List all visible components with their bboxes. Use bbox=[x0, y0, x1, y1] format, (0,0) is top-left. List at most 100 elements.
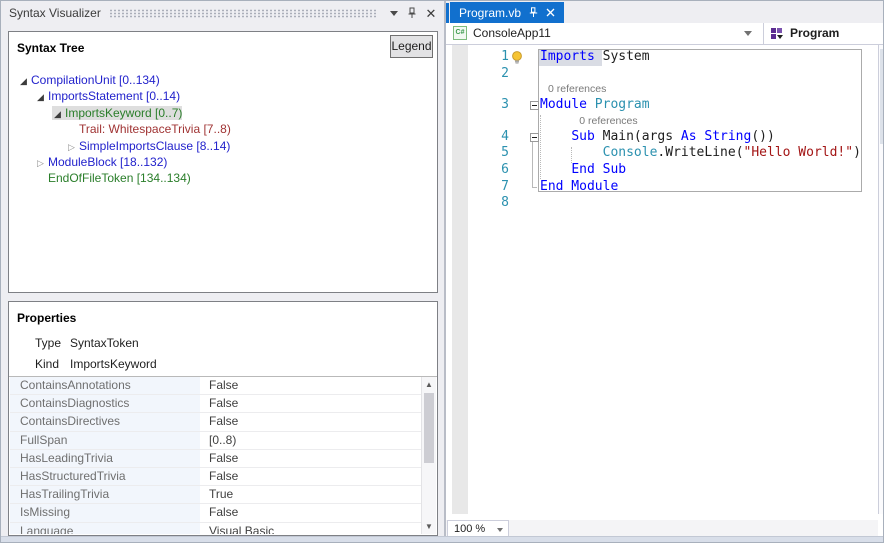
chevron-down-icon[interactable] bbox=[744, 31, 752, 36]
property-name: FullSpan bbox=[10, 432, 200, 449]
code-line[interactable]: 3Module Program bbox=[453, 97, 877, 114]
codelens-references[interactable]: 0 references bbox=[453, 82, 877, 97]
pin-icon bbox=[407, 7, 417, 19]
project-dropdown[interactable]: C# ConsoleApp11 bbox=[453, 26, 551, 40]
tree-node[interactable]: ◢CompilationUnit [0..134) bbox=[10, 72, 436, 88]
property-row[interactable]: LanguageVisual Basic bbox=[10, 523, 421, 535]
expand-triangle-icon[interactable]: ◢ bbox=[52, 106, 63, 122]
properties-header: Properties bbox=[17, 311, 76, 325]
code-line[interactable]: 2 bbox=[453, 66, 877, 83]
collapse-triangle-icon[interactable]: ▷ bbox=[66, 139, 77, 155]
properties-summary: TypeSyntaxTokenKindImportsKeyword bbox=[35, 333, 157, 375]
property-value: False bbox=[200, 395, 421, 412]
line-number: 4 bbox=[453, 129, 509, 146]
property-row[interactable]: ContainsDiagnosticsFalse bbox=[10, 395, 421, 413]
summary-row: TypeSyntaxToken bbox=[35, 333, 157, 354]
close-icon: ✕ bbox=[426, 7, 437, 20]
project-name: ConsoleApp11 bbox=[473, 26, 551, 40]
expand-triangle-icon[interactable]: ◢ bbox=[35, 89, 46, 105]
property-row[interactable]: ContainsAnnotationsFalse bbox=[10, 377, 421, 395]
window-bottom-edge bbox=[1, 536, 883, 542]
close-icon[interactable] bbox=[546, 8, 555, 17]
summary-row: KindImportsKeyword bbox=[35, 354, 157, 375]
code-token: Imports bbox=[540, 49, 595, 66]
code-token: Module bbox=[540, 97, 587, 114]
legend-button[interactable]: Legend bbox=[390, 35, 433, 58]
property-name: ContainsDiagnostics bbox=[10, 395, 200, 412]
code-token: End Sub bbox=[571, 162, 626, 179]
tab-program-vb[interactable]: Program.vb bbox=[450, 2, 564, 23]
tab-accent bbox=[446, 3, 449, 23]
tree-node[interactable]: ◢ImportsKeyword [0..7) bbox=[10, 105, 436, 121]
code-line[interactable]: 6 End Sub bbox=[453, 162, 877, 179]
collapse-triangle-icon[interactable]: ▷ bbox=[35, 155, 46, 171]
code-line[interactable]: 1Imports System bbox=[453, 49, 877, 66]
scrollbar-thumb[interactable] bbox=[424, 393, 434, 463]
code-line[interactable]: 8 bbox=[453, 195, 877, 212]
properties-grid: ContainsAnnotationsFalseContainsDiagnost… bbox=[10, 377, 421, 534]
property-name: Language bbox=[10, 523, 200, 535]
collapse-region-icon[interactable] bbox=[530, 101, 539, 110]
pin-button[interactable] bbox=[404, 5, 420, 21]
property-value: False bbox=[200, 468, 421, 485]
tree-node[interactable]: ◢ImportsStatement [0..14) bbox=[10, 88, 436, 104]
code-token: Console bbox=[603, 145, 658, 162]
window-position-button[interactable] bbox=[386, 5, 402, 21]
property-row[interactable]: IsMissingFalse bbox=[10, 504, 421, 522]
code-token: String bbox=[704, 129, 751, 146]
drag-grip[interactable] bbox=[109, 9, 378, 18]
code-line[interactable]: 4 Sub Main(args As String()) bbox=[453, 129, 877, 146]
pin-icon[interactable] bbox=[529, 7, 538, 18]
code-token: Main(args bbox=[595, 129, 681, 146]
glyph-margin bbox=[509, 97, 540, 114]
member-dropdown[interactable]: Program bbox=[771, 26, 839, 40]
scroll-up-icon[interactable]: ▲ bbox=[422, 380, 436, 389]
vb-project-icon: C# bbox=[453, 26, 467, 40]
syntax-tree-panel: Syntax Tree Legend ◢CompilationUnit [0..… bbox=[8, 31, 438, 293]
member-name: Program bbox=[790, 26, 839, 40]
tree-node[interactable]: EndOfFileToken [134..134) bbox=[10, 170, 436, 186]
code-line[interactable]: 7End Module bbox=[453, 179, 877, 196]
tree-node[interactable]: Trail: WhitespaceTrivia [7..8) bbox=[10, 121, 436, 137]
code-token: ()) bbox=[751, 129, 774, 146]
property-row[interactable]: HasTrailingTriviaTrue bbox=[10, 486, 421, 504]
property-row[interactable]: HasStructuredTriviaFalse bbox=[10, 468, 421, 486]
module-icon bbox=[771, 27, 784, 40]
properties-scrollbar[interactable]: ▲ ▼ bbox=[421, 377, 436, 534]
editor-scrollbar[interactable] bbox=[878, 45, 884, 514]
syntax-tree: ◢CompilationUnit [0..134)◢ImportsStateme… bbox=[10, 72, 436, 291]
tree-node[interactable]: ▷ModuleBlock [18..132) bbox=[10, 154, 436, 170]
divider bbox=[763, 23, 764, 44]
editor-pane: Program.vb C# ConsoleApp11 bbox=[446, 1, 884, 538]
code-token: "Hello World!" bbox=[744, 145, 854, 162]
visual-studio-window: Syntax Visualizer ✕ Syntax Tree Legend ◢… bbox=[0, 0, 884, 543]
property-row[interactable]: ContainsDirectivesFalse bbox=[10, 413, 421, 431]
close-button[interactable]: ✕ bbox=[423, 5, 439, 21]
scroll-down-icon[interactable]: ▼ bbox=[422, 522, 436, 531]
scrollbar-thumb[interactable] bbox=[880, 49, 884, 144]
tree-node-label: CompilationUnit [0..134) bbox=[31, 73, 160, 87]
property-row[interactable]: FullSpan[0..8) bbox=[10, 432, 421, 450]
property-name: ContainsDirectives bbox=[10, 413, 200, 430]
collapse-region-icon[interactable] bbox=[530, 133, 539, 142]
code-token: As bbox=[681, 129, 697, 146]
document-tabbar: Program.vb bbox=[446, 1, 884, 23]
property-name: HasStructuredTrivia bbox=[10, 468, 200, 485]
syntax-visualizer-titlebar[interactable]: Syntax Visualizer ✕ bbox=[1, 1, 444, 25]
lightbulb-icon[interactable] bbox=[511, 51, 523, 64]
code-token bbox=[540, 129, 571, 146]
code-token: .WriteLine( bbox=[657, 145, 743, 162]
code-editor[interactable]: 1Imports System20 references3Module Prog… bbox=[453, 49, 877, 212]
code-line[interactable]: 5 Console.WriteLine("Hello World!") bbox=[453, 145, 877, 162]
property-row[interactable]: HasLeadingTriviaFalse bbox=[10, 450, 421, 468]
tree-node-label: SimpleImportsClause [8..14) bbox=[79, 139, 230, 153]
tree-node[interactable]: ▷SimpleImportsClause [8..14) bbox=[10, 138, 436, 154]
line-number: 5 bbox=[453, 145, 509, 162]
glyph-margin bbox=[509, 129, 540, 146]
property-name: IsMissing bbox=[10, 504, 200, 521]
glyph-margin bbox=[509, 145, 540, 162]
line-number: 8 bbox=[453, 195, 509, 212]
expand-triangle-icon[interactable]: ◢ bbox=[18, 73, 29, 89]
codelens-references[interactable]: 0 references bbox=[453, 114, 877, 129]
zoom-level: 100 % bbox=[454, 523, 485, 535]
